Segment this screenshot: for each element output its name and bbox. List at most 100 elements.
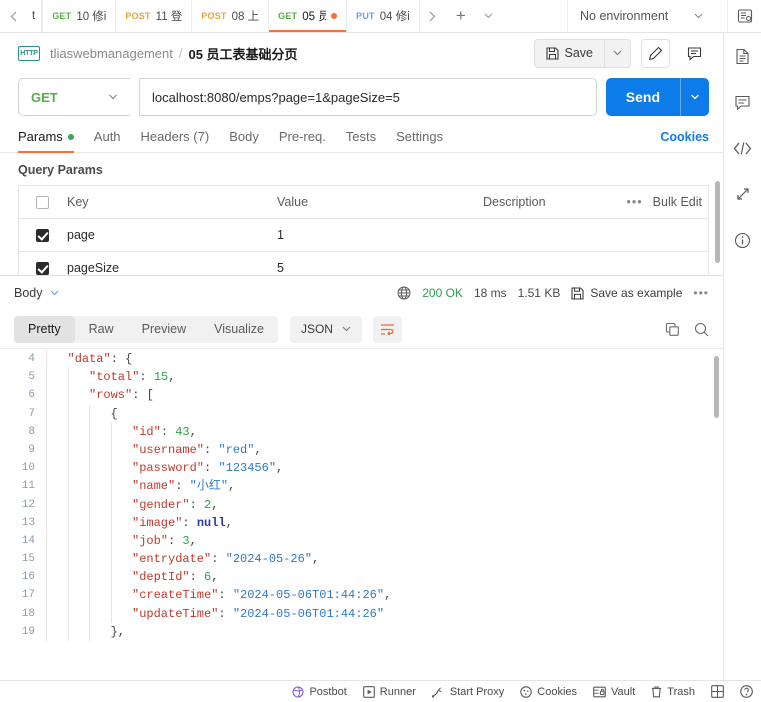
breadcrumb-request-name[interactable]: 05 员工表基础分页	[188, 44, 297, 63]
status-bar-item-trash[interactable]: Trash	[651, 686, 695, 698]
request-tab-auth[interactable]: Auth	[94, 121, 121, 153]
url-input[interactable]: localhost:8080/emps?page=1&pageSize=5	[139, 78, 597, 116]
response-section: Body 200 OK 18 ms 1.51 KB Save as exampl…	[0, 275, 723, 680]
postbot-icon	[292, 685, 305, 698]
line-number: 7	[28, 407, 35, 420]
cookies-link[interactable]: Cookies	[660, 130, 709, 144]
tabs-scroll-left-button[interactable]	[0, 0, 26, 32]
code-token: ,	[312, 552, 320, 567]
environment-quick-look-icon[interactable]	[727, 0, 761, 32]
response-body-dropdown[interactable]: Body	[14, 286, 59, 300]
response-view-pretty[interactable]: Pretty	[14, 315, 75, 343]
status-bar-item-label: Start Proxy	[449, 685, 505, 698]
indent-guide	[67, 477, 90, 496]
wrap-lines-icon[interactable]	[372, 315, 402, 343]
indent-guides	[46, 459, 132, 478]
request-tab-headers-7[interactable]: Headers (7)	[141, 121, 210, 153]
indent-guide	[46, 350, 68, 369]
cookie-icon	[520, 685, 533, 698]
param-key-cell[interactable]: pageSize	[65, 261, 277, 275]
request-tab-params[interactable]: Params	[18, 121, 74, 153]
indent-guide	[46, 368, 68, 387]
row-checkbox[interactable]	[19, 261, 65, 275]
table-header-row: Key Value Description ••• Bulk Edit	[19, 186, 708, 219]
send-button[interactable]: Send	[605, 78, 709, 116]
info-icon[interactable]	[730, 227, 756, 253]
save-label: Save	[564, 46, 594, 60]
indent-guide	[46, 459, 68, 478]
checkbox-box	[35, 228, 49, 242]
indent-guide	[110, 422, 133, 441]
documentation-icon[interactable]	[730, 43, 756, 69]
params-active-dot	[67, 133, 74, 140]
request-tab-body[interactable]: Body	[229, 121, 259, 153]
ellipsis-icon[interactable]: •••	[627, 195, 643, 209]
sync-icon[interactable]	[730, 181, 756, 207]
breadcrumb-row: HTTP tliaswebmanagement / 05 员工表基础分页 Sav…	[0, 33, 723, 73]
response-view-segmented-control: Pretty Raw Preview Visualize	[14, 315, 278, 343]
status-bar-item-postbot[interactable]: Postbot	[292, 685, 347, 698]
layout-grid-icon[interactable]	[711, 685, 724, 698]
request-tab-3[interactable]: GET 05 员	[269, 0, 348, 32]
response-view-preview[interactable]: Preview	[128, 316, 200, 343]
response-format-selector[interactable]: JSON	[289, 315, 362, 343]
comments-icon[interactable]	[730, 89, 756, 115]
request-tab-tests[interactable]: Tests	[346, 121, 376, 153]
param-key-cell[interactable]: page	[65, 228, 277, 242]
status-bar-item-start-proxy[interactable]: Start Proxy	[431, 685, 505, 698]
line-number: 15	[21, 553, 35, 566]
line-number: 5	[28, 371, 35, 384]
floppy-disk-icon	[571, 286, 584, 300]
response-view-raw[interactable]: Raw	[75, 316, 128, 343]
environment-selector[interactable]: No environment	[567, 0, 727, 32]
request-tab-settings[interactable]: Settings	[396, 121, 443, 153]
new-tab-button[interactable]: +	[446, 0, 476, 32]
row-checkbox[interactable]	[19, 228, 65, 242]
param-value-cell[interactable]: 1	[277, 228, 483, 242]
indent-guide	[46, 495, 68, 514]
status-bar-item-vault[interactable]: Vault	[593, 686, 635, 698]
select-all-checkbox[interactable]	[19, 195, 65, 209]
response-more-icon[interactable]: •••	[693, 286, 709, 300]
bulk-edit-button[interactable]: Bulk Edit	[653, 195, 702, 209]
code-token: 3	[182, 533, 190, 548]
code-snippet-icon[interactable]	[730, 135, 756, 161]
save-as-example-button[interactable]: Save as example	[571, 286, 682, 300]
code-token: "password"	[132, 461, 205, 476]
code-token: 43	[175, 424, 190, 439]
code-token: : [	[132, 388, 154, 403]
code-text: "createTime": "2024-05-06T01:44:26",	[132, 586, 723, 604]
response-scrollbar[interactable]	[714, 356, 719, 418]
request-tab-2[interactable]: POST 08 上	[192, 0, 270, 32]
tabs-overflow-menu-button[interactable]	[476, 0, 502, 32]
save-dropdown-caret[interactable]	[604, 39, 630, 67]
tabs-scroll-right-button[interactable]	[420, 0, 446, 32]
column-header-value: Value	[277, 195, 309, 209]
request-tab-pre-req[interactable]: Pre-req.	[279, 121, 326, 153]
status-bar-item-cookies[interactable]: Cookies	[520, 686, 577, 698]
request-tab-label: Pre-req.	[278, 129, 326, 144]
request-tab-0[interactable]: GET 10 修i	[42, 0, 117, 32]
param-value-cell[interactable]: 5	[277, 261, 483, 275]
request-tab-4[interactable]: PUT 04 修i	[347, 0, 420, 32]
tab-truncated[interactable]: t	[26, 0, 43, 32]
save-button[interactable]: Save	[533, 38, 631, 68]
help-circle-icon[interactable]	[740, 685, 753, 698]
send-dropdown-caret[interactable]	[680, 78, 709, 116]
http-method-selector[interactable]: GET	[18, 78, 130, 116]
line-number: 10	[21, 462, 35, 475]
response-view-visualize[interactable]: Visualize	[200, 316, 278, 343]
indent-guide	[89, 495, 111, 514]
params-scrollbar[interactable]	[715, 181, 720, 263]
response-body-code[interactable]: 4 "data": {5 "total": 15, 6 "rows": [7{8 "id"…	[0, 348, 723, 680]
breadcrumb-collection[interactable]: tliaswebmanagement	[50, 46, 173, 61]
indent-guides	[46, 604, 132, 623]
search-icon[interactable]	[694, 322, 709, 337]
code-token: :	[218, 588, 233, 603]
status-bar-item-runner[interactable]: Runner	[362, 686, 416, 698]
request-tab-label: Tests	[345, 129, 377, 144]
copy-icon[interactable]	[665, 322, 680, 337]
pencil-icon[interactable]	[641, 38, 670, 68]
request-tab-1[interactable]: POST 11 登	[116, 0, 193, 32]
comment-icon[interactable]	[680, 39, 709, 68]
